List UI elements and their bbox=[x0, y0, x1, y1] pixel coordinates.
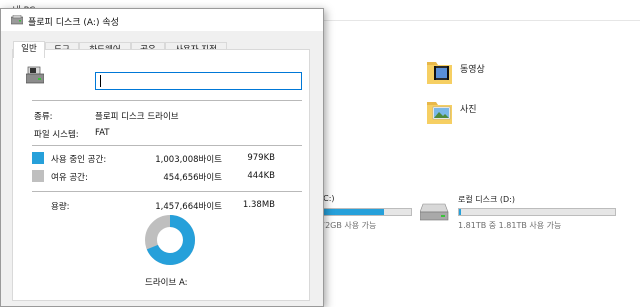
hard-drive-icon bbox=[420, 203, 449, 221]
drive-usage-bar bbox=[458, 208, 616, 216]
type-value: 플로피 디스크 드라이브 bbox=[95, 112, 179, 122]
dialog-title: 플로피 디스크 (A:) 속성 bbox=[28, 18, 119, 28]
drive-d[interactable]: 로컬 디스크 (D:) 1.81TB 중 1.81TB 사용 가능 bbox=[420, 190, 620, 240]
capacity-size: 1.38MB bbox=[242, 200, 275, 210]
used-space-size: 979KB bbox=[247, 153, 275, 163]
divider bbox=[32, 191, 302, 192]
floppy-drive-icon bbox=[26, 66, 44, 84]
drive-usage-fill bbox=[459, 209, 461, 215]
drive-usage-fill bbox=[321, 209, 384, 215]
divider bbox=[32, 145, 302, 146]
drive-c[interactable]: (C:) 72GB 사용 가능 bbox=[320, 194, 414, 244]
folder-label: 동영상 bbox=[460, 65, 485, 75]
floppy-drive-icon bbox=[11, 15, 23, 25]
divider bbox=[32, 100, 302, 101]
volume-label-input[interactable] bbox=[95, 72, 302, 90]
free-space-size: 444KB bbox=[247, 171, 275, 181]
capacity-bytes: 1,457,664바이트 bbox=[155, 202, 222, 212]
free-space-label: 여유 공간: bbox=[51, 173, 88, 183]
folder-pictures[interactable]: 사진 bbox=[426, 96, 556, 132]
drive-free-text: 1.81TB 중 1.81TB 사용 가능 bbox=[458, 221, 562, 230]
dialog-titlebar[interactable]: 플로피 디스크 (A:) 속성 bbox=[1, 9, 323, 31]
disk-usage-donut bbox=[145, 215, 195, 265]
filesystem-label: 파일 시스템: bbox=[34, 130, 79, 140]
filesystem-value: FAT bbox=[95, 128, 110, 138]
pictures-folder-icon bbox=[427, 102, 452, 124]
used-space-label: 사용 중인 공간: bbox=[51, 155, 107, 165]
drive-name: 로컬 디스크 (D:) bbox=[458, 195, 515, 204]
free-space-bytes: 454,656바이트 bbox=[163, 173, 222, 183]
drive-free-text: 72GB 사용 가능 bbox=[320, 221, 377, 230]
type-label: 종류: bbox=[34, 112, 53, 122]
drive-usage-bar bbox=[320, 208, 412, 216]
drive-caption: 드라이브 A: bbox=[145, 278, 188, 288]
used-space-bytes: 1,003,008바이트 bbox=[155, 155, 222, 165]
video-folder-icon bbox=[427, 62, 452, 84]
folder-videos[interactable]: 동영상 bbox=[426, 56, 556, 92]
tab-general[interactable]: 일반 bbox=[13, 41, 45, 58]
folder-label: 사진 bbox=[460, 105, 477, 115]
text-caret bbox=[100, 75, 101, 87]
free-space-swatch bbox=[32, 170, 44, 182]
capacity-label: 용량: bbox=[51, 202, 70, 212]
used-space-swatch bbox=[32, 152, 44, 164]
